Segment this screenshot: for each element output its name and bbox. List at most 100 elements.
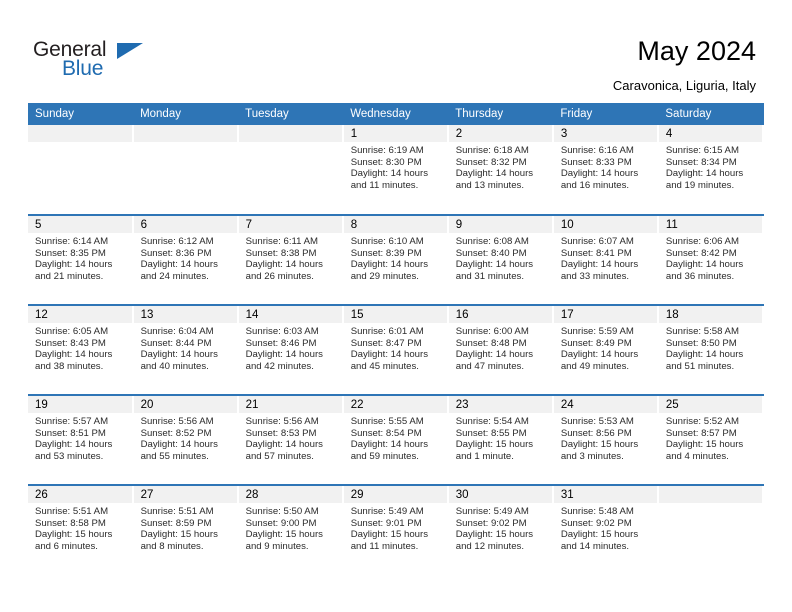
calendar-day-cell[interactable]: 16 Sunrise: 6:00 AM Sunset: 8:48 PM Dayligh… bbox=[448, 304, 554, 395]
calendar-day-cell[interactable]: 4 Sunrise: 6:15 AM Sunset: 8:34 PM Daylight… bbox=[658, 125, 765, 215]
day-details: Sunrise: 6:08 AM Sunset: 8:40 PM Daylight:… bbox=[449, 233, 553, 282]
calendar-day-cell[interactable]: 9 Sunrise: 6:08 AM Sunset: 8:40 PM Daylight… bbox=[448, 214, 554, 305]
daylight-text-line1: Daylight: 15 hours bbox=[350, 529, 429, 541]
calendar-day-cell[interactable]: 22 Sunrise: 5:55 AM Sunset: 8:54 PM Dayligh… bbox=[343, 394, 449, 485]
day-details: Sunrise: 5:52 AM Sunset: 8:57 PM Daylight:… bbox=[659, 413, 763, 462]
sunset-text: Sunset: 9:02 PM bbox=[455, 517, 527, 529]
calendar-day-cell[interactable]: 26 Sunrise: 5:51 AM Sunset: 8:58 PM Dayligh… bbox=[28, 484, 134, 575]
logo-general-blue[interactable]: General Blue bbox=[33, 38, 163, 84]
calendar-day-cell[interactable]: 14 Sunrise: 6:03 AM Sunset: 8:46 PM Dayligh… bbox=[238, 304, 344, 395]
calendar-day-cell[interactable]: 10 Sunrise: 6:07 AM Sunset: 8:41 PM Dayligh… bbox=[553, 214, 659, 305]
calendar-day-cell[interactable]: 23 Sunrise: 5:54 AM Sunset: 8:55 PM Dayligh… bbox=[448, 394, 554, 485]
day-details: Sunrise: 5:55 AM Sunset: 8:54 PM Daylight:… bbox=[344, 413, 448, 462]
calendar-week-row: 12 Sunrise: 6:05 AM Sunset: 8:43 PM Dayligh… bbox=[28, 304, 765, 395]
daylight-text-line2: and 13 minutes. bbox=[455, 179, 525, 191]
day-number: 26 bbox=[28, 486, 133, 503]
calendar-day-cell[interactable]: 25 Sunrise: 5:52 AM Sunset: 8:57 PM Dayligh… bbox=[658, 394, 765, 485]
sunset-text: Sunset: 8:59 PM bbox=[140, 517, 212, 529]
day-number: 9 bbox=[448, 216, 553, 233]
daylight-text-line1: Daylight: 14 hours bbox=[35, 349, 113, 361]
day-details: Sunrise: 6:00 AM Sunset: 8:48 PM Daylight:… bbox=[449, 323, 553, 372]
calendar-day-cell[interactable]: 17 Sunrise: 5:59 AM Sunset: 8:49 PM Dayligh… bbox=[553, 304, 659, 395]
day-number bbox=[133, 125, 238, 142]
day-details: Sunrise: 6:18 AM Sunset: 8:32 PM Daylight:… bbox=[449, 142, 553, 191]
day-number: 18 bbox=[658, 306, 763, 323]
day-number: 8 bbox=[343, 216, 448, 233]
day-number: 29 bbox=[343, 486, 448, 503]
daylight-text-line2: and 45 minutes. bbox=[350, 360, 419, 372]
calendar-page: General Blue May 2024 Caravonica, Liguri… bbox=[0, 0, 792, 612]
calendar-day-cell[interactable]: 5 Sunrise: 6:14 AM Sunset: 8:35 PM Daylight… bbox=[28, 214, 134, 305]
calendar-day-cell[interactable]: 1 Sunrise: 6:19 AM Sunset: 8:30 PM Daylight… bbox=[343, 125, 449, 215]
day-number: 14 bbox=[238, 306, 343, 323]
sunset-text: Sunset: 8:53 PM bbox=[245, 427, 317, 439]
sunrise-text: Sunrise: 6:03 AM bbox=[245, 326, 319, 337]
daylight-text-line2: and 49 minutes. bbox=[560, 360, 630, 372]
calendar-day-cell[interactable]: 13 Sunrise: 6:04 AM Sunset: 8:44 PM Dayligh… bbox=[133, 304, 239, 395]
day-details: Sunrise: 5:57 AM Sunset: 8:51 PM Daylight:… bbox=[28, 413, 133, 462]
day-number: 21 bbox=[238, 396, 343, 413]
calendar-day-cell[interactable]: 15 Sunrise: 6:01 AM Sunset: 8:47 PM Dayligh… bbox=[343, 304, 449, 395]
calendar-day-cell[interactable]: 3 Sunrise: 6:16 AM Sunset: 8:33 PM Daylight… bbox=[553, 125, 659, 215]
daylight-text-line1: Daylight: 14 hours bbox=[560, 259, 639, 271]
sunrise-text: Sunrise: 5:50 AM bbox=[245, 506, 319, 517]
daylight-text-line2: and 9 minutes. bbox=[245, 540, 309, 552]
calendar-week-row: 19 Sunrise: 5:57 AM Sunset: 8:51 PM Dayligh… bbox=[28, 394, 765, 485]
daylight-text-line2: and 31 minutes. bbox=[455, 270, 525, 282]
sunrise-text: Sunrise: 6:01 AM bbox=[350, 326, 424, 337]
calendar-day-cell-empty bbox=[238, 125, 344, 215]
triangle-icon bbox=[117, 43, 143, 59]
calendar-day-cell[interactable]: 30 Sunrise: 5:49 AM Sunset: 9:02 PM Dayligh… bbox=[448, 484, 554, 575]
daylight-text-line2: and 6 minutes. bbox=[35, 540, 98, 552]
calendar-day-cell[interactable]: 6 Sunrise: 6:12 AM Sunset: 8:36 PM Daylight… bbox=[133, 214, 239, 305]
sunrise-text: Sunrise: 6:14 AM bbox=[35, 236, 109, 247]
day-number: 31 bbox=[553, 486, 658, 503]
daylight-text-line2: and 19 minutes. bbox=[665, 179, 735, 191]
daylight-text-line2: and 59 minutes. bbox=[350, 450, 419, 462]
sunset-text: Sunset: 8:48 PM bbox=[455, 337, 527, 349]
calendar-grid: Sunday Monday Tuesday Wednesday Thursday Frid… bbox=[28, 103, 765, 575]
day-details: Sunrise: 5:54 AM Sunset: 8:55 PM Daylight:… bbox=[449, 413, 553, 462]
sunrise-text: Sunrise: 5:56 AM bbox=[140, 416, 214, 427]
day-number: 22 bbox=[343, 396, 448, 413]
calendar-day-cell[interactable]: 31 Sunrise: 5:48 AM Sunset: 9:02 PM Dayligh… bbox=[553, 484, 659, 575]
day-number: 13 bbox=[133, 306, 238, 323]
day-details: Sunrise: 5:59 AM Sunset: 8:49 PM Daylight:… bbox=[554, 323, 658, 372]
calendar-day-cell[interactable]: 27 Sunrise: 5:51 AM Sunset: 8:59 PM Dayligh… bbox=[133, 484, 239, 575]
day-number bbox=[28, 125, 133, 142]
weekday-header-thursday: Thursday bbox=[448, 103, 554, 125]
calendar-day-cell-empty bbox=[28, 125, 134, 215]
day-details: Sunrise: 5:50 AM Sunset: 9:00 PM Daylight:… bbox=[239, 503, 343, 552]
calendar-day-cell[interactable]: 21 Sunrise: 5:56 AM Sunset: 8:53 PM Dayligh… bbox=[238, 394, 344, 485]
daylight-text-line2: and 16 minutes. bbox=[560, 179, 630, 191]
calendar-day-cell[interactable]: 28 Sunrise: 5:50 AM Sunset: 9:00 PM Dayligh… bbox=[238, 484, 344, 575]
calendar-day-cell[interactable]: 20 Sunrise: 5:56 AM Sunset: 8:52 PM Dayligh… bbox=[133, 394, 239, 485]
calendar-day-cell[interactable]: 24 Sunrise: 5:53 AM Sunset: 8:56 PM Dayligh… bbox=[553, 394, 659, 485]
calendar-day-cell[interactable]: 19 Sunrise: 5:57 AM Sunset: 8:51 PM Dayligh… bbox=[28, 394, 134, 485]
calendar-day-cell[interactable]: 7 Sunrise: 6:11 AM Sunset: 8:38 PM Daylight… bbox=[238, 214, 344, 305]
sunset-text: Sunset: 8:34 PM bbox=[665, 156, 737, 168]
calendar-day-cell-empty bbox=[133, 125, 239, 215]
daylight-text-line1: Daylight: 14 hours bbox=[455, 259, 534, 271]
sunset-text: Sunset: 8:42 PM bbox=[665, 247, 737, 259]
page-header: General Blue May 2024 Caravonica, Liguri… bbox=[0, 0, 792, 100]
sunset-text: Sunset: 9:00 PM bbox=[245, 517, 317, 529]
calendar-table: Sunday Monday Tuesday Wednesday Thursday Frid… bbox=[28, 103, 765, 575]
daylight-text-line1: Daylight: 14 hours bbox=[350, 349, 429, 361]
calendar-day-cell[interactable]: 18 Sunrise: 5:58 AM Sunset: 8:50 PM Dayligh… bbox=[658, 304, 765, 395]
day-details: Sunrise: 5:49 AM Sunset: 9:01 PM Daylight:… bbox=[344, 503, 448, 552]
calendar-day-cell[interactable]: 2 Sunrise: 6:18 AM Sunset: 8:32 PM Daylight… bbox=[448, 125, 554, 215]
daylight-text-line1: Daylight: 14 hours bbox=[560, 349, 639, 361]
day-details: Sunrise: 5:48 AM Sunset: 9:02 PM Daylight:… bbox=[554, 503, 658, 552]
day-number: 15 bbox=[343, 306, 448, 323]
calendar-day-cell[interactable]: 29 Sunrise: 5:49 AM Sunset: 9:01 PM Dayligh… bbox=[343, 484, 449, 575]
sunrise-text: Sunrise: 6:05 AM bbox=[35, 326, 109, 337]
calendar-day-cell[interactable]: 12 Sunrise: 6:05 AM Sunset: 8:43 PM Dayligh… bbox=[28, 304, 134, 395]
calendar-day-cell[interactable]: 11 Sunrise: 6:06 AM Sunset: 8:42 PM Dayligh… bbox=[658, 214, 765, 305]
day-details: Sunrise: 6:11 AM Sunset: 8:38 PM Daylight:… bbox=[239, 233, 343, 282]
sunset-text: Sunset: 8:57 PM bbox=[665, 427, 737, 439]
sunset-text: Sunset: 8:32 PM bbox=[455, 156, 527, 168]
calendar-day-cell[interactable]: 8 Sunrise: 6:10 AM Sunset: 8:39 PM Daylight… bbox=[343, 214, 449, 305]
daylight-text-line1: Daylight: 15 hours bbox=[560, 529, 639, 541]
daylight-text-line1: Daylight: 14 hours bbox=[455, 349, 534, 361]
